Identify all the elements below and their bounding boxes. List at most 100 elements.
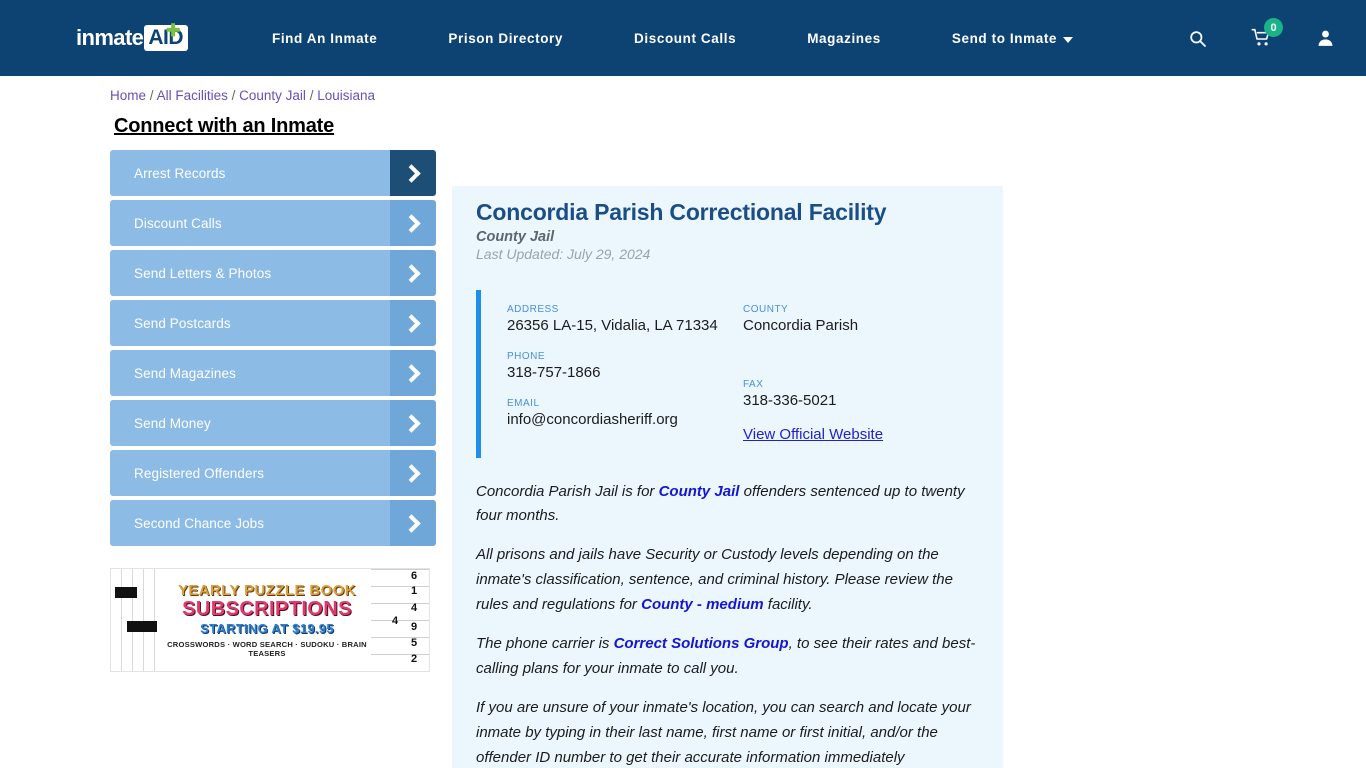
chevron-right-icon bbox=[390, 150, 436, 196]
address-field: ADDRESS 26356 LA-15, Vidalia, LA 71334 bbox=[507, 304, 743, 336]
sidebar-item-arrest-records[interactable]: Arrest Records bbox=[110, 150, 436, 196]
breadcrumb: Home / All Facilities / County Jail / Lo… bbox=[110, 88, 452, 107]
chevron-right-icon bbox=[390, 200, 436, 246]
link-county-jail[interactable]: County Jail bbox=[659, 483, 740, 500]
breadcrumb-separator: / bbox=[149, 88, 154, 103]
nav-item-find-an-inmate[interactable]: Find An Inmate bbox=[272, 31, 377, 46]
sudoku-grid-graphic: 6 1 4 4 9 5 2 bbox=[371, 569, 429, 671]
contact-column-left: ADDRESS 26356 LA-15, Vidalia, LA 71334 P… bbox=[507, 304, 743, 444]
nav-label: Discount Calls bbox=[634, 30, 737, 46]
county-field: COUNTY Concordia Parish bbox=[743, 304, 979, 336]
account-button[interactable] bbox=[1316, 28, 1335, 48]
chevron-right-icon bbox=[390, 450, 436, 496]
last-updated-text: Last Updated: July 29, 2024 bbox=[476, 245, 651, 262]
email-field: EMAIL info@concordiasheriff.org bbox=[507, 398, 743, 430]
sidebar-item-send-letters-photos[interactable]: Send Letters & Photos bbox=[110, 250, 436, 296]
facility-card-content: Concordia Parish Correctional Facility C… bbox=[452, 198, 1003, 768]
ad-line-3: STARTING AT $19.95 bbox=[200, 621, 334, 636]
chevron-right-icon bbox=[390, 250, 436, 296]
facility-description: Concordia Parish Jail is for County Jail… bbox=[476, 480, 979, 768]
chevron-right-icon bbox=[390, 350, 436, 396]
sidebar-item-label: Send Magazines bbox=[110, 350, 390, 396]
email-value[interactable]: info@concordiasheriff.org bbox=[507, 411, 743, 430]
sidebar-item-registered-offenders[interactable]: Registered Offenders bbox=[110, 450, 436, 496]
breadcrumb-item-home[interactable]: Home bbox=[110, 88, 146, 103]
official-website-field: View Official Website bbox=[743, 426, 979, 444]
nav-item-discount-calls[interactable]: Discount Calls bbox=[634, 31, 736, 46]
sidebar-item-label: Discount Calls bbox=[110, 200, 390, 246]
chevron-right-icon bbox=[390, 400, 436, 446]
facility-type-label: County Jail bbox=[476, 228, 555, 245]
header-icons: 0 bbox=[1144, 18, 1366, 48]
nav-label: Find An Inmate bbox=[271, 30, 378, 46]
nav-item-prison-directory[interactable]: Prison Directory bbox=[448, 31, 563, 46]
fax-field: FAX 318-336-5021 bbox=[743, 379, 979, 411]
breadcrumb-separator: / bbox=[231, 88, 236, 103]
sidebar-item-label: Arrest Records bbox=[110, 150, 390, 196]
sudoku-digit: 6 bbox=[411, 570, 418, 582]
nav-label: Send to Inmate bbox=[951, 30, 1058, 46]
breadcrumb-item-county-jail[interactable]: County Jail bbox=[239, 88, 306, 103]
page-body: Home / All Facilities / County Jail / Lo… bbox=[0, 76, 1366, 768]
breadcrumb-item-all-facilities[interactable]: All Facilities bbox=[157, 88, 228, 103]
ad-text-block: YEARLY PUZZLE BOOK SUBSCRIPTIONS STARTIN… bbox=[163, 569, 371, 671]
description-paragraph-1: Concordia Parish Jail is for County Jail… bbox=[476, 480, 979, 530]
green-cross-icon: ✚ bbox=[166, 21, 181, 40]
facility-detail-card: Concordia Parish Correctional Facility C… bbox=[452, 186, 1003, 768]
breadcrumb-separator: / bbox=[309, 88, 314, 103]
puzzle-book-ad-banner[interactable]: YEARLY PUZZLE BOOK SUBSCRIPTIONS STARTIN… bbox=[110, 568, 430, 672]
sudoku-digit: 9 bbox=[411, 621, 418, 633]
paragraph-text: Concordia Parish Jail is for bbox=[476, 482, 659, 500]
nav-label: Magazines bbox=[807, 30, 881, 46]
description-paragraph-3: The phone carrier is Correct Solutions G… bbox=[476, 632, 979, 682]
view-official-website-link[interactable]: View Official Website bbox=[743, 426, 883, 443]
county-label: COUNTY bbox=[743, 303, 789, 315]
phone-label: PHONE bbox=[507, 350, 546, 362]
sidebar-item-send-money[interactable]: Send Money bbox=[110, 400, 436, 446]
nav-item-send-to-inmate[interactable]: Send to Inmate bbox=[951, 30, 1074, 46]
cart-count-badge: 0 bbox=[1264, 18, 1284, 37]
ad-line-2: SUBSCRIPTIONS bbox=[182, 598, 352, 620]
sidebar-heading: Connect with an Inmate bbox=[114, 115, 335, 137]
sidebar-item-second-chance-jobs[interactable]: Second Chance Jobs bbox=[110, 500, 436, 546]
nav-item-magazines[interactable]: Magazines bbox=[807, 31, 881, 46]
sidebar-item-label: Registered Offenders bbox=[110, 450, 390, 496]
contact-column-right: COUNTY Concordia Parish FAX 318-336-5021… bbox=[743, 304, 979, 444]
paragraph-text: facility. bbox=[763, 596, 813, 614]
description-paragraph-2: All prisons and jails have Security or C… bbox=[476, 543, 979, 618]
fax-value: 318-336-5021 bbox=[743, 391, 837, 409]
phone-field: PHONE 318-757-1866 bbox=[507, 351, 743, 383]
search-button[interactable] bbox=[1188, 29, 1207, 48]
user-account-icon bbox=[1318, 30, 1333, 46]
phone-value[interactable]: 318-757-1866 bbox=[507, 364, 743, 383]
sudoku-digit: 1 bbox=[411, 585, 418, 597]
nav-label: Prison Directory bbox=[448, 30, 564, 46]
sidebar-item-send-magazines[interactable]: Send Magazines bbox=[110, 350, 436, 396]
sidebar-item-label: Second Chance Jobs bbox=[110, 500, 390, 546]
sidebar-item-label: Send Letters & Photos bbox=[110, 250, 390, 296]
link-correct-solutions-group[interactable]: Correct Solutions Group bbox=[614, 635, 789, 652]
sudoku-digit: 4 bbox=[392, 615, 399, 627]
sidebar-item-label: Send Money bbox=[110, 400, 390, 446]
address-value: 26356 LA-15, Vidalia, LA 71334 bbox=[507, 316, 718, 334]
description-paragraph-4: If you are unsure of your inmate's locat… bbox=[476, 696, 979, 768]
sudoku-digit: 4 bbox=[411, 602, 418, 614]
logo-text-inmate: inmate bbox=[76, 25, 144, 50]
sidebar-item-send-postcards[interactable]: Send Postcards bbox=[110, 300, 436, 346]
layout-spacer bbox=[743, 351, 979, 379]
ad-line-1: YEARLY PUZZLE BOOK bbox=[177, 582, 357, 599]
address-label: ADDRESS bbox=[507, 303, 559, 315]
email-label: EMAIL bbox=[507, 397, 540, 409]
chevron-right-icon bbox=[390, 300, 436, 346]
sudoku-digit: 5 bbox=[411, 637, 418, 649]
search-icon bbox=[1190, 30, 1206, 47]
sidebar-item-discount-calls[interactable]: Discount Calls bbox=[110, 200, 436, 246]
chevron-down-icon bbox=[1063, 36, 1074, 43]
cart-button[interactable]: 0 bbox=[1251, 18, 1284, 48]
page-title: Concordia Parish Correctional Facility bbox=[476, 199, 887, 225]
sidebar-item-label: Send Postcards bbox=[110, 300, 390, 346]
link-county-medium[interactable]: County - medium bbox=[641, 596, 764, 613]
sudoku-digit: 2 bbox=[411, 653, 418, 665]
breadcrumb-item-louisiana[interactable]: Louisiana bbox=[317, 88, 375, 103]
site-logo[interactable]: inmate ✚ AID bbox=[76, 21, 188, 51]
